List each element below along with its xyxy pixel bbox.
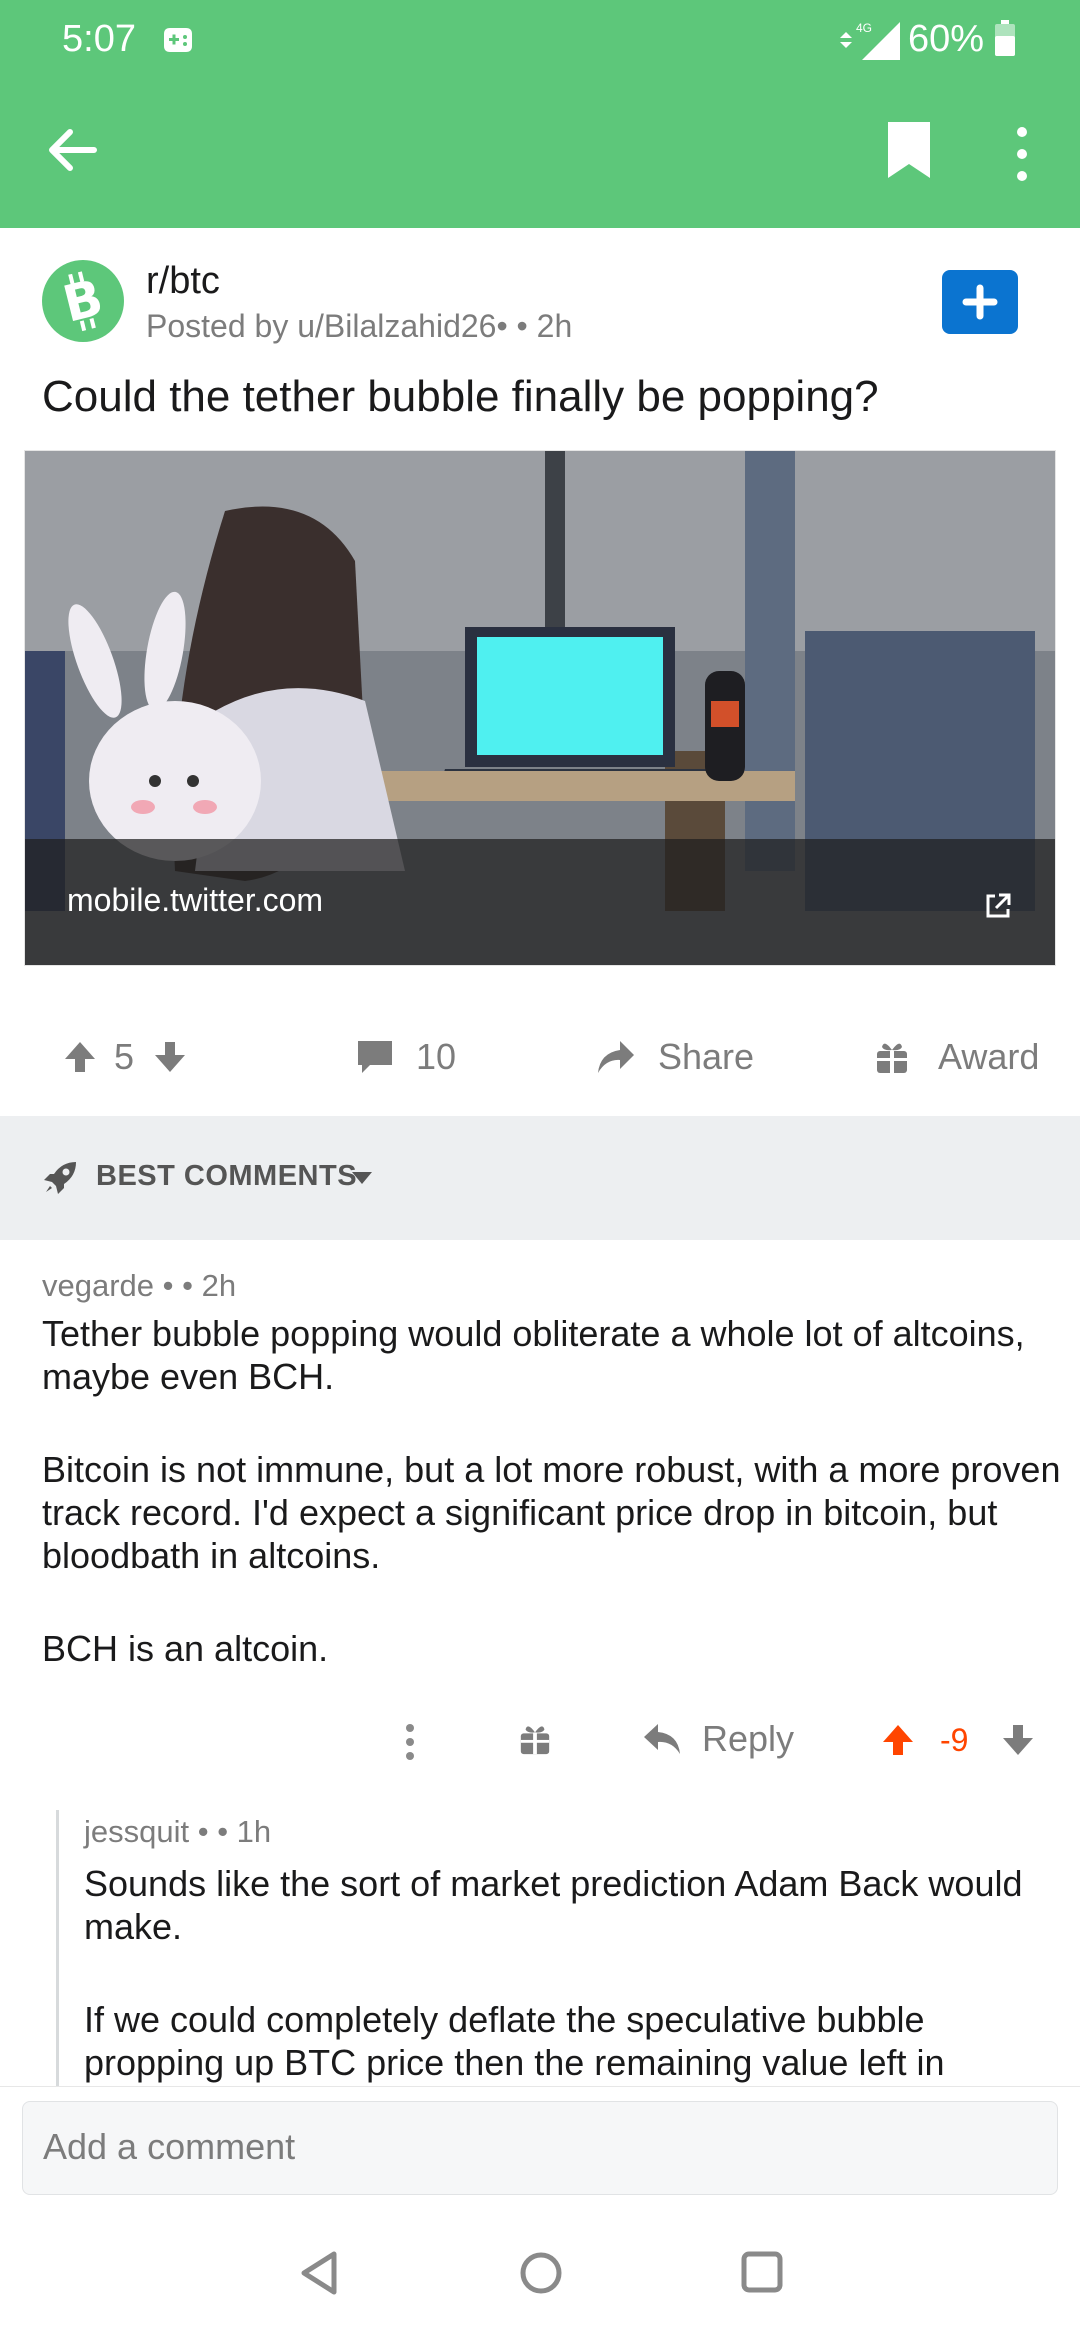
- comment-sort-bar[interactable]: BEST COMMENTS: [0, 1116, 1080, 1240]
- post-age: • 2h: [516, 308, 573, 344]
- share-button[interactable]: Share: [596, 1036, 754, 1078]
- post-author[interactable]: Posted by u/Bilalzahid26•: [146, 308, 508, 344]
- gift-icon[interactable]: [518, 1722, 552, 1756]
- post-meta: Posted by u/Bilalzahid26• • 2h: [146, 308, 572, 345]
- upvote-icon[interactable]: [880, 1722, 916, 1758]
- back-arrow-icon[interactable]: [44, 122, 100, 178]
- more-options-icon[interactable]: [400, 1722, 420, 1762]
- battery-percentage: 60%: [908, 18, 985, 60]
- post-actions-bar: 5 10 Share Award: [0, 1000, 1080, 1110]
- nav-back-icon[interactable]: [298, 2250, 342, 2296]
- comment-paragraph: Bitcoin is not immune, but a lot more ro…: [42, 1449, 1061, 1576]
- nav-recents-icon[interactable]: [740, 2250, 784, 2294]
- comment-paragraph: BCH is an altcoin.: [42, 1628, 329, 1669]
- comment-count: 10: [416, 1036, 457, 1077]
- comment-icon: [358, 1041, 392, 1073]
- sort-label: BEST COMMENTS: [96, 1160, 358, 1192]
- comment-body: Tether bubble popping would obliterate a…: [42, 1312, 1062, 1720]
- system-nav-bar: [0, 2206, 1080, 2340]
- share-label: Share: [658, 1036, 755, 1077]
- external-link-icon[interactable]: [983, 891, 1013, 921]
- add-comment-input[interactable]: Add a comment: [22, 2101, 1058, 2195]
- award-button[interactable]: Award: [874, 1036, 1039, 1078]
- comment-age: • 2h: [182, 1268, 237, 1303]
- comment-paragraph: Tether bubble popping would obliterate a…: [42, 1313, 1025, 1397]
- reply-label: Reply: [702, 1718, 795, 1759]
- link-domain[interactable]: mobile.twitter.com: [67, 882, 323, 919]
- rocket-icon: [44, 1162, 76, 1194]
- vote-control: 5: [62, 1036, 188, 1078]
- join-subreddit-button[interactable]: [942, 270, 1018, 334]
- comment-meta: vegarde • • 2h: [42, 1268, 236, 1304]
- comment-actions-bar: Reply -9: [0, 1700, 1080, 1780]
- comment-meta: jessquit • • 1h: [84, 1814, 271, 1850]
- comment-body: Sounds like the sort of market predictio…: [84, 1862, 1064, 2086]
- comment-paragraph: If we could completely deflate the specu…: [84, 1999, 945, 2083]
- more-options-icon[interactable]: [1006, 124, 1038, 184]
- comment-author[interactable]: vegarde •: [42, 1268, 174, 1303]
- comments-button[interactable]: 10: [356, 1036, 456, 1078]
- comment-age: • 1h: [217, 1814, 272, 1849]
- share-icon: [598, 1041, 634, 1073]
- comment-paragraph: Sounds like the sort of market predictio…: [84, 1863, 1023, 1947]
- post-title: Could the tether bubble finally be poppi…: [42, 372, 879, 421]
- reply-button[interactable]: Reply: [642, 1718, 794, 1760]
- bitcoin-cash-icon: B: [57, 268, 108, 334]
- comment-composer: Add a comment: [0, 2086, 1080, 2206]
- thread-line[interactable]: [56, 1810, 59, 2100]
- status-time: 5:07: [62, 18, 136, 60]
- subreddit-avatar[interactable]: B: [42, 260, 124, 342]
- downvote-icon[interactable]: [1000, 1722, 1036, 1758]
- gift-icon: [877, 1043, 907, 1073]
- plus-icon: [962, 284, 998, 320]
- link-preview[interactable]: mobile.twitter.com: [24, 450, 1056, 966]
- game-controller-icon: [164, 28, 192, 52]
- post-score: 5: [114, 1036, 135, 1077]
- subreddit-name[interactable]: r/btc: [146, 260, 220, 303]
- downvote-icon[interactable]: [152, 1039, 188, 1075]
- app-header: 5:07 4G 60%: [0, 0, 1080, 228]
- award-label: Award: [938, 1036, 1040, 1077]
- chevron-down-icon: [352, 1172, 372, 1184]
- reply-icon: [644, 1724, 680, 1754]
- status-bar: 5:07 4G 60%: [0, 0, 1080, 80]
- upvote-icon[interactable]: [62, 1039, 98, 1075]
- nav-home-icon[interactable]: [518, 2250, 564, 2296]
- svg-text:4G: 4G: [856, 21, 872, 35]
- comment-score: -9: [940, 1722, 969, 1758]
- battery-icon: [995, 20, 1015, 56]
- bookmark-icon[interactable]: [882, 120, 936, 182]
- comment-author[interactable]: jessquit •: [84, 1814, 209, 1849]
